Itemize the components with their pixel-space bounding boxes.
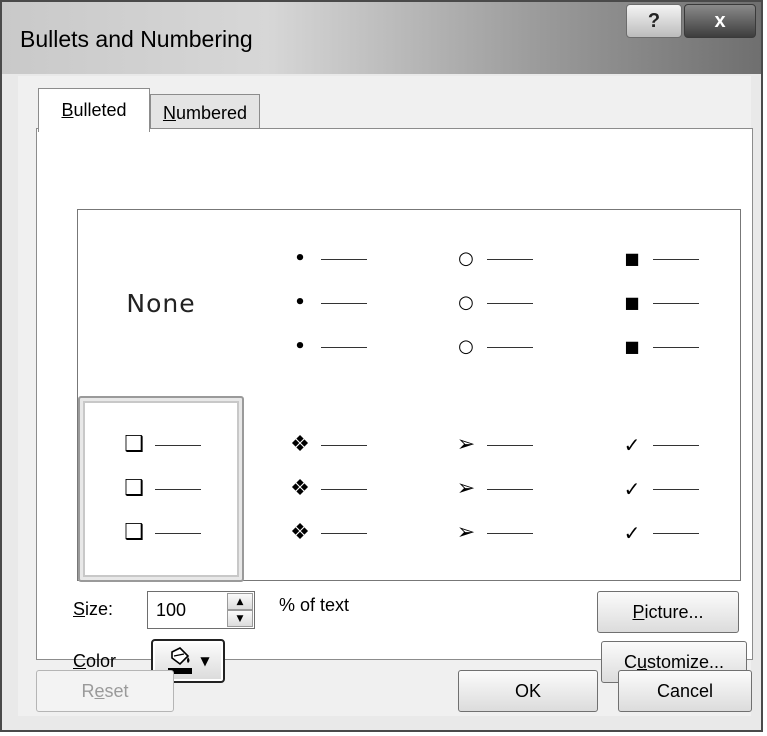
size-label: Size: [73,599,114,619]
four-diamond-icon: ❖ [290,520,310,545]
bullet-preview-line: ❖ [287,521,367,545]
arrowhead-icon: ➢ [456,520,476,545]
bullet-option-four-diamond[interactable]: ❖ ❖ ❖ [244,396,410,582]
bullet-preview-line: ❑ [121,433,201,457]
hollow-square-icon: ❑ [124,432,144,457]
close-button[interactable]: x [684,4,756,38]
arrowhead-icon: ➢ [456,476,476,501]
triangle-down-icon: ▼ [236,613,244,624]
window-title: Bullets and Numbering [20,26,253,52]
filled-dot-icon: • [294,248,306,269]
size-unit-label: % of text [279,595,350,615]
triangle-up-icon: ▲ [236,596,244,607]
filled-dot-icon: • [294,336,306,357]
help-button[interactable]: ? [626,4,682,38]
size-spinbox[interactable]: 100 ▲ ▼ [147,591,255,629]
title-bar: Bullets and Numbering ? x [2,2,761,74]
four-diamond-icon: ❖ [290,476,310,501]
reset-button[interactable]: Re set [36,670,174,712]
size-value[interactable]: 100 [156,600,186,621]
bullet-option-filled-square[interactable]: ■ ■ ■ [576,210,742,396]
spin-up-button[interactable]: ▲ [227,593,253,610]
hollow-square-icon: ❑ [124,476,144,501]
none-label: None [126,288,196,318]
bullet-preview-line: ○ [453,335,533,359]
hollow-circle-icon: ○ [458,292,474,313]
filled-square-icon: ■ [624,293,640,312]
chevron-down-icon: ▼ [200,654,210,668]
bullet-preview-line: ❑ [121,521,201,545]
spin-down-button[interactable]: ▼ [227,610,253,627]
hollow-circle-icon: ○ [458,336,474,357]
bullet-preview-line: ❑ [121,477,201,501]
bullet-option-checkmark[interactable]: ✓ ✓ ✓ [576,396,742,582]
close-icon: x [714,9,726,32]
tab-numbered[interactable]: Numbered [150,94,260,132]
help-icon: ? [647,9,661,32]
filled-dot-icon: • [294,292,306,313]
bullet-preview-line: ✓ [619,477,699,501]
bullet-option-filled-dot[interactable]: • • • [244,210,410,396]
ok-button[interactable]: OK [458,670,598,712]
bullet-preview-line: ○ [453,291,533,315]
four-diamond-icon: ❖ [290,432,310,457]
filled-square-icon: ■ [624,249,640,268]
bullet-preview-line: ✓ [619,521,699,545]
bullet-preview-line: ✓ [619,433,699,457]
arrowhead-icon: ➢ [456,432,476,457]
bulleted-tab-panel: None • • • ○ ○ ○ ■ ■ ■ ❑ ❑ ❑ ❖ ❖ ❖ ➢ ➢ ➢… [36,128,753,683]
bullet-preview-line: ■ [619,247,699,271]
bullet-preview-line: ■ [619,291,699,315]
bullet-preview-line: ❖ [287,433,367,457]
picture-button[interactable]: Picture... [597,591,739,633]
dialog-body: Bulleted Numbered None • • • ○ ○ ○ ■ ■ ■… [18,76,753,716]
checkmark-icon: ✓ [623,477,641,501]
bullet-preview-line: ❖ [287,477,367,501]
checkmark-icon: ✓ [623,433,641,457]
bullet-style-gallery: None • • • ○ ○ ○ ■ ■ ■ ❑ ❑ ❑ ❖ ❖ ❖ ➢ ➢ ➢… [77,209,742,582]
bullet-preview-line: ○ [453,247,533,271]
bullet-option-hollow-circle[interactable]: ○ ○ ○ [410,210,576,396]
filled-square-icon: ■ [624,337,640,356]
bullet-option-hollow-square[interactable]: ❑ ❑ ❑ [78,396,244,582]
bullet-preview-line: ➢ [453,521,533,545]
bullet-preview-line: • [287,291,367,315]
hollow-square-icon: ❑ [124,520,144,545]
bullet-preview-line: • [287,335,367,359]
bullet-preview-line: ■ [619,335,699,359]
bullet-preview-line: • [287,247,367,271]
bullet-preview-line: ➢ [453,477,533,501]
bullet-preview-line: ➢ [453,433,533,457]
size-spinner: ▲ ▼ [227,593,253,627]
color-label: Color [73,651,117,671]
tab-bulleted[interactable]: Bulleted [38,88,150,132]
bullet-option-none[interactable]: None [78,210,244,396]
hollow-circle-icon: ○ [458,248,474,269]
bullets-and-numbering-dialog: Bullets and Numbering ? x Bulleted Numbe… [0,0,763,732]
cancel-button[interactable]: Cancel [618,670,752,712]
checkmark-icon: ✓ [623,521,641,545]
bullet-option-arrowhead[interactable]: ➢ ➢ ➢ [410,396,576,582]
